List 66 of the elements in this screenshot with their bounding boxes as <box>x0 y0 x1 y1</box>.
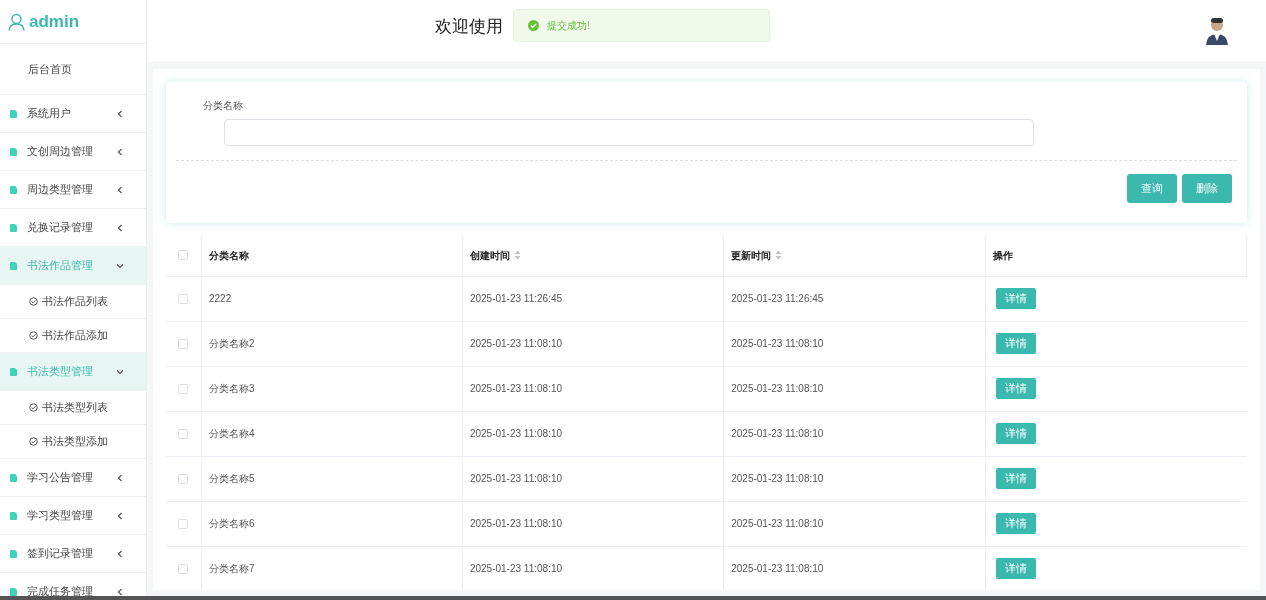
table-cell: 2025-01-23 11:08:10 <box>469 563 563 574</box>
field-label: 分类名称 <box>203 99 244 113</box>
chevron-left-icon <box>116 549 124 558</box>
table-cell: 2025-01-23 11:08:10 <box>469 338 563 349</box>
document-icon <box>10 549 17 558</box>
table-cell: 2222 <box>208 293 232 304</box>
chevron-left-icon <box>116 147 124 156</box>
row-checkbox[interactable] <box>178 518 189 529</box>
column-header[interactable]: 更新时间 <box>731 247 783 263</box>
chevron-left-icon <box>116 185 124 194</box>
column-header[interactable]: 创建时间 <box>469 247 521 263</box>
table-cell: 2025-01-23 11:08:10 <box>731 473 824 484</box>
table-cell: 分类名称4 <box>208 428 255 439</box>
chevron-left-icon <box>116 473 124 482</box>
chevron-left-icon <box>116 511 124 520</box>
chevron-left-icon <box>116 109 124 118</box>
user-name: admin <box>29 10 80 33</box>
document-icon <box>10 261 17 270</box>
row-checkbox[interactable] <box>178 563 189 574</box>
column-header: 分类名称 <box>208 248 249 263</box>
table-cell: 2025-01-23 11:26:45 <box>469 293 563 304</box>
document-icon <box>10 147 17 156</box>
table-cell: 2025-01-23 11:08:10 <box>469 473 563 484</box>
chevron-left-icon <box>116 223 124 232</box>
column-header: 操作 <box>992 248 1013 263</box>
sort-icon[interactable] <box>513 250 521 261</box>
row-checkbox[interactable] <box>178 428 189 439</box>
check-circle-icon <box>29 297 38 306</box>
toast-message: 提交成功! <box>547 19 590 33</box>
chevron-down-icon <box>116 367 124 376</box>
row-checkbox[interactable] <box>178 338 189 349</box>
category-name-field[interactable] <box>224 119 1034 146</box>
check-circle-icon <box>29 331 38 340</box>
table-cell: 分类名称6 <box>208 518 255 529</box>
document-icon <box>10 109 17 118</box>
table-cell: 2025-01-23 11:08:10 <box>469 518 563 529</box>
row-checkbox[interactable] <box>178 293 189 304</box>
avatar-icon <box>1205 17 1229 45</box>
chevron-down-icon <box>116 261 124 270</box>
document-icon <box>10 223 17 232</box>
table-cell: 2025-01-23 11:08:10 <box>731 338 824 349</box>
check-circle-icon <box>29 437 38 446</box>
document-icon <box>10 185 17 194</box>
document-icon <box>10 367 17 376</box>
check-circle-icon <box>528 20 539 31</box>
sort-icon[interactable] <box>775 250 783 261</box>
user-icon <box>8 12 25 31</box>
row-checkbox[interactable] <box>178 473 189 484</box>
table-cell: 2025-01-23 11:08:10 <box>731 563 824 574</box>
document-icon <box>10 473 17 482</box>
table-cell: 分类名称3 <box>208 383 255 394</box>
document-icon <box>10 511 17 520</box>
table-cell: 2025-01-23 11:08:10 <box>731 518 824 529</box>
table-cell: 分类名称5 <box>208 473 255 484</box>
table-cell: 2025-01-23 11:26:45 <box>731 293 824 304</box>
table-cell: 分类名称7 <box>208 563 255 574</box>
select-all-checkbox[interactable] <box>178 250 189 261</box>
table-cell: 2025-01-23 11:08:10 <box>469 428 563 439</box>
table-cell: 2025-01-23 11:08:10 <box>731 383 824 394</box>
table-cell: 2025-01-23 11:08:10 <box>469 383 563 394</box>
table-cell: 分类名称2 <box>208 338 255 349</box>
check-circle-icon <box>29 403 38 412</box>
document-icon <box>10 587 17 596</box>
table-cell: 2025-01-23 11:08:10 <box>731 428 824 439</box>
page-title: 欢迎使用 <box>435 16 503 39</box>
row-checkbox[interactable] <box>178 383 189 394</box>
